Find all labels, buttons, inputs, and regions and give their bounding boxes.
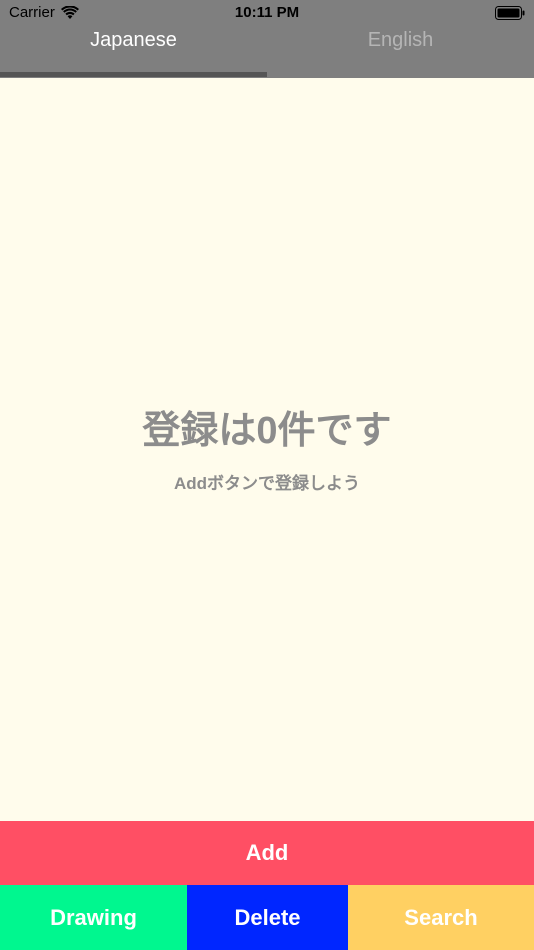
status-time: 10:11 PM — [234, 4, 300, 21]
drawing-button[interactable]: Drawing — [0, 885, 187, 950]
battery-icon — [495, 6, 525, 20]
header: Carrier 10:11 PM Japanese English — [0, 0, 534, 78]
tab-english[interactable]: English — [267, 26, 534, 70]
tab-indicator — [0, 72, 267, 77]
tab-bar: Japanese English — [0, 26, 534, 70]
empty-state-title: 登録は0件です — [142, 410, 392, 452]
empty-state-subtitle: Addボタンで登録しよう — [173, 474, 361, 493]
tab-japanese[interactable]: Japanese — [0, 26, 267, 70]
add-button[interactable]: Add — [0, 821, 534, 885]
status-bar: Carrier 10:11 PM — [0, 0, 534, 28]
delete-button[interactable]: Delete — [187, 885, 348, 950]
empty-state: 登録は0件です Addボタンで登録しよう — [0, 405, 534, 494]
search-button[interactable]: Search — [348, 885, 534, 950]
